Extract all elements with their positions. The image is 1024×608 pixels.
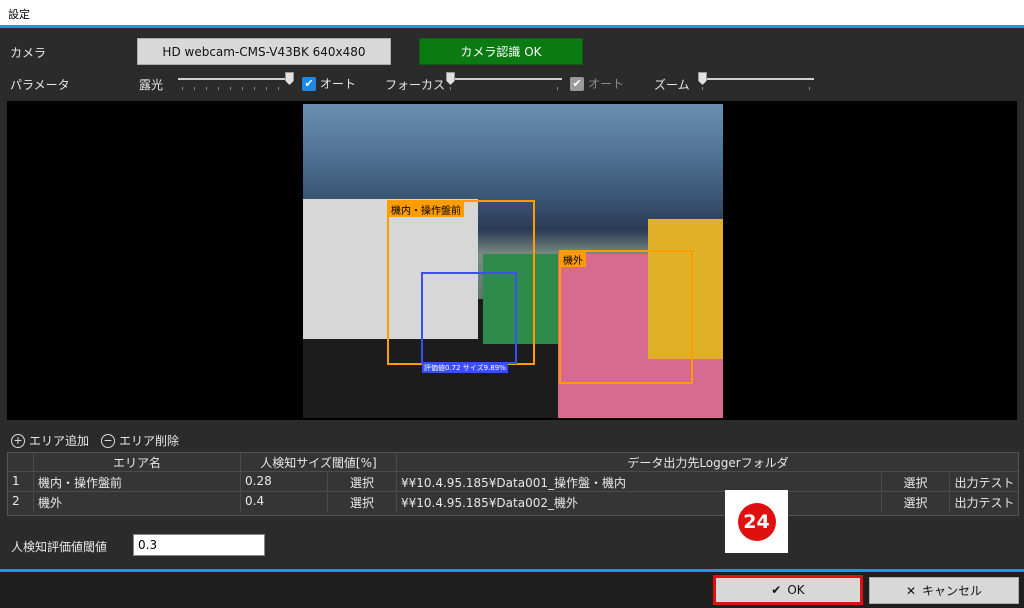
row-select-button[interactable]: 選択 xyxy=(328,473,397,492)
row-output-test-button[interactable]: 出力テスト xyxy=(950,473,1019,492)
zoom-label: ズーム xyxy=(654,78,690,92)
slider-track xyxy=(698,78,814,80)
remove-area-button[interactable]: − エリア削除 xyxy=(101,432,179,449)
exposure-slider[interactable] xyxy=(178,72,294,92)
cancel-button[interactable]: ✕ キャンセル xyxy=(869,577,1019,604)
zone-label-inner: 機内・操作盤前 xyxy=(388,202,464,217)
header-folder: データ出力先Loggerフォルダ xyxy=(627,456,789,470)
checkmark-icon: ✔ xyxy=(302,76,316,91)
slider-track xyxy=(446,78,562,80)
plus-circle-icon: + xyxy=(11,433,25,448)
slider-track xyxy=(178,78,294,80)
add-area-button[interactable]: + エリア追加 xyxy=(11,432,89,449)
row-num: 1 xyxy=(8,473,34,492)
row-threshold[interactable]: 0.4 xyxy=(241,493,328,512)
exposure-auto-checkbox[interactable]: ✔ オート xyxy=(302,75,356,92)
eval-threshold-label: 人検知評価値閾値 xyxy=(11,540,108,554)
row-folder-select-button[interactable]: 選択 xyxy=(882,473,950,492)
row-output-test-button[interactable]: 出力テスト xyxy=(950,493,1019,512)
check-icon: ✔ xyxy=(771,583,782,597)
slider-ticks xyxy=(450,87,558,90)
row-folder-select-button[interactable]: 選択 xyxy=(882,493,950,512)
table-header-row: エリア名 人検知サイズ閾値[%] データ出力先Loggerフォルダ xyxy=(8,453,1018,472)
header-threshold: 人検知サイズ閾値[%] xyxy=(241,453,397,472)
step-number: 24 xyxy=(737,502,776,541)
slider-thumb[interactable] xyxy=(698,72,707,85)
row-area-name[interactable]: 機外 xyxy=(34,493,241,512)
slider-ticks xyxy=(702,87,810,90)
zone-box-outer[interactable] xyxy=(559,250,693,384)
table-row[interactable]: 1 機内・操作盤前 0.28 選択 ¥¥10.4.95.185¥Data001_… xyxy=(8,473,1018,492)
cancel-label: キャンセル xyxy=(922,584,983,598)
add-area-label: エリア追加 xyxy=(29,434,90,448)
close-icon: ✕ xyxy=(905,583,917,598)
row-area-name[interactable]: 機内・操作盤前 xyxy=(34,473,241,492)
zone-label-outer: 機外 xyxy=(560,252,586,267)
parameters-label: パラメータ xyxy=(10,78,70,92)
focus-label: フォーカス xyxy=(385,78,446,92)
ok-label: OK xyxy=(787,583,805,597)
person-detection-label: 評価値0.72 サイズ9.89% xyxy=(422,363,508,373)
title-bar: 設定 xyxy=(0,0,1024,28)
row-num: 2 xyxy=(8,493,34,512)
slider-ticks xyxy=(182,87,290,90)
window-title: 設定 xyxy=(8,8,30,21)
focus-slider[interactable] xyxy=(446,72,562,92)
slider-thumb[interactable] xyxy=(285,72,294,85)
table-row[interactable]: 2 機外 0.4 選択 ¥¥10.4.95.185¥Data002_機外 選択 … xyxy=(8,493,1018,512)
camera-status-indicator: カメラ認識 OK xyxy=(419,38,583,65)
person-detection-box xyxy=(421,272,517,364)
exposure-auto-label: オート xyxy=(320,77,357,91)
ok-button[interactable]: ✔ OK xyxy=(713,575,863,605)
camera-feed-image: 機内・操作盤前 機外 評価値0.72 サイズ9.89% xyxy=(303,104,723,418)
focus-auto-checkbox[interactable]: ✔ オート xyxy=(570,75,624,92)
header-num xyxy=(8,453,34,472)
minus-circle-icon: − xyxy=(101,433,115,448)
camera-label: カメラ xyxy=(10,46,47,60)
camera-device-button[interactable]: HD webcam-CMS-V43BK 640x480 xyxy=(137,38,391,65)
row-threshold[interactable]: 0.28 xyxy=(241,473,328,492)
row-folder[interactable]: ¥¥10.4.95.185¥Data002_機外 xyxy=(397,493,882,512)
zoom-slider[interactable] xyxy=(698,72,814,92)
header-area-name: エリア名 xyxy=(34,453,241,472)
eval-threshold-input[interactable]: 0.3 xyxy=(133,534,265,556)
row-folder[interactable]: ¥¥10.4.95.185¥Data001_操作盤・機内 xyxy=(397,473,882,492)
annotation-badge: 24 xyxy=(725,490,788,553)
checkmark-icon: ✔ xyxy=(570,76,584,91)
remove-area-label: エリア削除 xyxy=(119,434,180,448)
area-table: エリア名 人検知サイズ閾値[%] データ出力先Loggerフォルダ 1 機内・操… xyxy=(7,452,1019,516)
exposure-label: 露光 xyxy=(139,78,164,92)
slider-thumb[interactable] xyxy=(446,72,455,85)
focus-auto-label: オート xyxy=(588,77,625,91)
row-select-button[interactable]: 選択 xyxy=(328,493,397,512)
